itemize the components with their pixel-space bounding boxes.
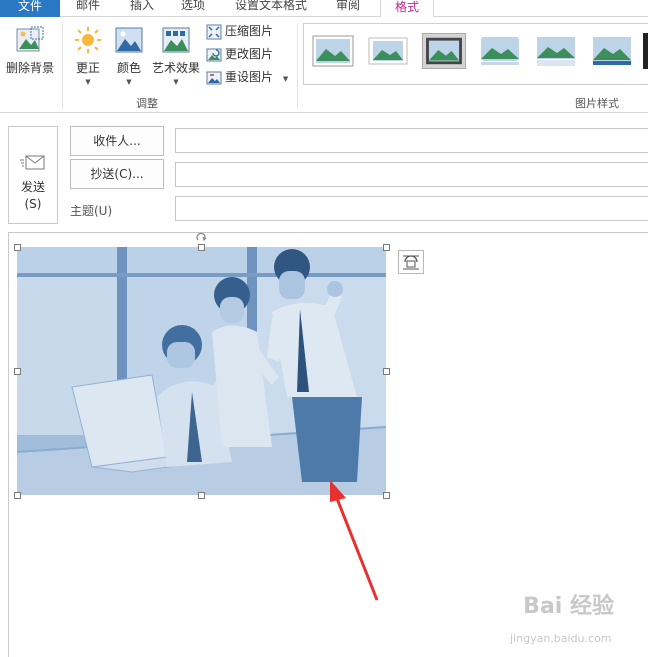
ribbon: 删除背景 更正 ▼ 颜色 ▼ 艺术效果 ▼ 压缩图片 更改图片 重设图片 ▼ 调… <box>0 17 648 113</box>
ribbon-divider <box>297 23 298 109</box>
tab-insert[interactable]: 插入 <box>130 0 154 16</box>
compress-icon <box>206 24 222 39</box>
picture-style-thumbnail[interactable] <box>478 33 522 69</box>
send-mail-icon <box>20 155 45 170</box>
tab-picture-format[interactable]: 格式 <box>380 0 435 18</box>
picture-style-thumbnail-selected[interactable] <box>422 33 466 69</box>
compress-pictures-button[interactable]: 压缩图片 <box>206 22 273 42</box>
change-picture-label: 更改图片 <box>225 47 274 61</box>
picture-style-thumbnail[interactable] <box>534 33 578 69</box>
tab-mail[interactable]: 邮件 <box>76 0 100 16</box>
resize-handle[interactable] <box>14 244 21 251</box>
color-label: 颜色 <box>116 61 141 75</box>
reset-picture-label: 重设图片 <box>225 70 274 84</box>
layout-options-button[interactable] <box>398 250 424 274</box>
remove-background-icon <box>16 26 44 52</box>
picture-style-thumbnail[interactable] <box>590 33 634 69</box>
chevron-down-icon: ▼ <box>173 78 179 86</box>
picture-styles-group-label: 图片样式 <box>575 97 619 110</box>
resize-handle[interactable] <box>14 368 21 375</box>
tab-options[interactable]: 选项 <box>181 0 205 16</box>
chevron-down-icon: ▼ <box>282 75 289 83</box>
remove-background-button[interactable]: 删除背景 <box>4 25 56 76</box>
inserted-picture[interactable] <box>17 247 386 495</box>
compress-pictures-label: 压缩图片 <box>225 24 274 38</box>
cc-button[interactable]: 抄送(C)... <box>70 159 164 189</box>
picture-color-icon <box>115 27 143 53</box>
watermark-url: jingyan.baidu.com <box>510 632 612 645</box>
subject-field[interactable] <box>175 196 648 221</box>
send-label: 发送 <box>20 180 45 194</box>
cc-field[interactable] <box>175 162 648 187</box>
subject-label: 主题(U) <box>70 204 113 218</box>
artistic-effects-label: 艺术效果 <box>151 61 200 75</box>
ribbon-divider <box>62 23 63 109</box>
send-button[interactable]: 发送 (S) <box>8 126 58 224</box>
tab-format-text[interactable]: 设置文本格式 <box>235 0 307 16</box>
change-picture-button[interactable]: 更改图片 <box>206 45 273 65</box>
to-button[interactable]: 收件人... <box>70 126 164 156</box>
corrections-label: 更正 <box>75 61 100 75</box>
resize-handle[interactable] <box>383 368 390 375</box>
adjust-group-label: 调整 <box>136 97 158 110</box>
artistic-effects-icon <box>162 27 190 53</box>
chevron-down-icon: ▼ <box>85 78 91 86</box>
send-shortcut-label: (S) <box>24 197 42 211</box>
sun-icon <box>75 27 101 53</box>
ribbon-tab-bar: 文件 邮件 插入 选项 设置文本格式 审阅 格式 <box>0 0 648 18</box>
chevron-down-icon: ▼ <box>126 78 132 86</box>
watermark-logo: Bai 经验 <box>523 594 614 619</box>
resize-handle[interactable] <box>198 492 205 499</box>
layout-options-icon <box>403 255 419 270</box>
picture-style-thumbnail[interactable] <box>311 33 355 69</box>
reset-picture-button[interactable]: 重设图片 ▼ <box>206 68 288 88</box>
remove-background-label: 删除背景 <box>5 61 54 75</box>
resize-handle[interactable] <box>14 492 21 499</box>
artistic-effects-button[interactable]: 艺术效果 ▼ <box>150 25 202 86</box>
change-picture-icon <box>206 48 222 61</box>
picture-styles-gallery <box>303 23 648 85</box>
picture-style-thumbnail-partial[interactable] <box>643 33 648 69</box>
color-button[interactable]: 颜色 ▼ <box>112 25 146 86</box>
picture-style-thumbnail[interactable] <box>366 33 410 69</box>
resize-handle[interactable] <box>383 244 390 251</box>
reset-picture-icon <box>206 71 222 84</box>
tab-file[interactable]: 文件 <box>0 0 60 17</box>
corrections-button[interactable]: 更正 ▼ <box>70 25 106 86</box>
rotate-handle-icon[interactable] <box>195 232 207 244</box>
annotation-arrow <box>330 480 379 601</box>
tab-review[interactable]: 审阅 <box>336 0 360 16</box>
resize-handle[interactable] <box>198 244 205 251</box>
to-field[interactable] <box>175 128 648 153</box>
